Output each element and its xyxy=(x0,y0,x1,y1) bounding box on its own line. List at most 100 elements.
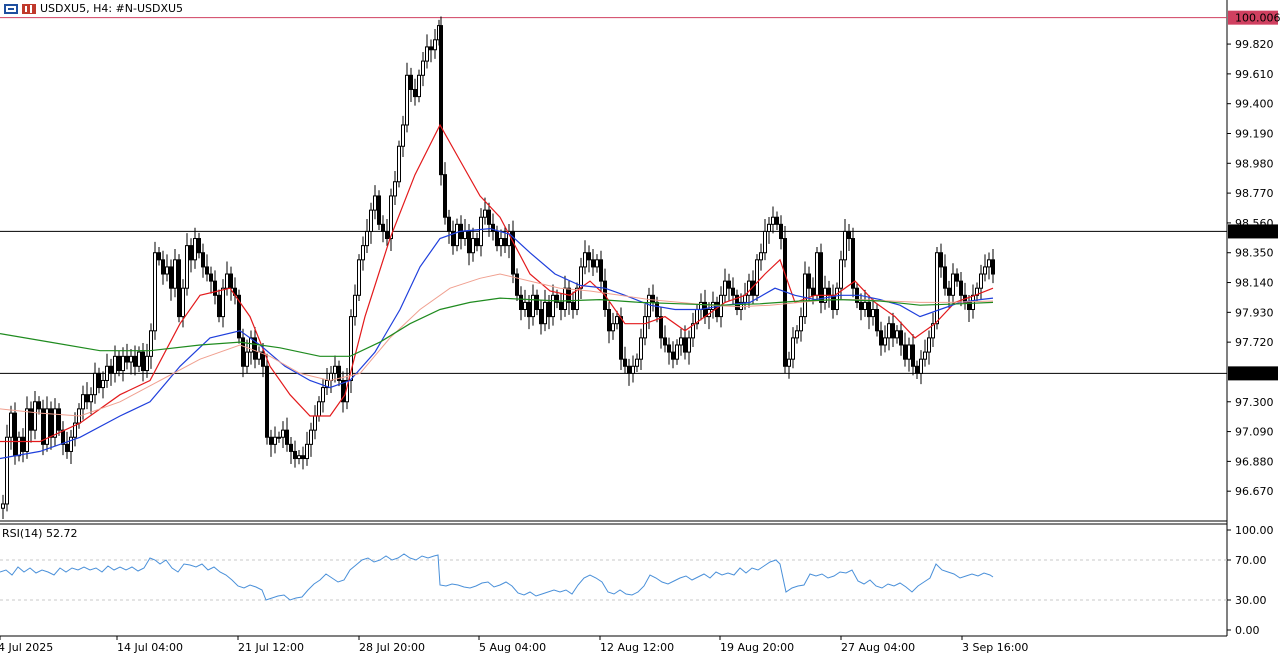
candle-body xyxy=(527,301,531,318)
candle-body xyxy=(425,46,429,62)
price-tick-label: 98.770 xyxy=(1235,187,1274,200)
candle-body xyxy=(927,337,931,353)
candle-body xyxy=(583,252,587,268)
price-tick-label: 99.190 xyxy=(1235,127,1274,140)
level-label: 97.500 xyxy=(1235,367,1274,380)
candle-body xyxy=(547,301,551,318)
candle-body xyxy=(385,230,389,240)
candle-body xyxy=(65,443,69,452)
price-tick-label: 97.930 xyxy=(1235,306,1274,319)
candle-body xyxy=(595,259,599,268)
candle-body xyxy=(939,252,943,268)
candle-body xyxy=(791,337,795,360)
candle-body xyxy=(201,252,205,268)
rsi-pane: 100.00 70.00 30.00 0.00 RSI(14) 52.72 xyxy=(0,524,1274,637)
candle-body xyxy=(377,195,381,225)
candle-body xyxy=(173,259,177,289)
candle-body xyxy=(153,252,157,332)
candle-body xyxy=(229,273,233,289)
candle-body xyxy=(979,273,983,289)
candle-body xyxy=(679,337,683,346)
candle-body xyxy=(771,216,775,225)
candle-body xyxy=(711,301,715,311)
candle-body xyxy=(959,280,963,296)
chart-window-icon[interactable] xyxy=(4,3,18,14)
candle-body xyxy=(971,294,975,311)
candle-body xyxy=(643,316,647,339)
rsi-tick-label: 30.00 xyxy=(1235,594,1267,607)
candle-body xyxy=(483,209,487,218)
chart-type-icon[interactable] xyxy=(22,3,36,14)
candle-body xyxy=(313,415,317,431)
chart-header: USDXU5, H4: #N-USDXU5 xyxy=(4,2,183,15)
candle-body xyxy=(5,436,9,505)
price-tick-label: 99.400 xyxy=(1235,98,1274,111)
candle-body xyxy=(803,273,807,318)
candle-body xyxy=(13,412,17,457)
candle-body xyxy=(619,316,623,360)
candle-body xyxy=(475,238,479,247)
candle-body xyxy=(177,259,181,318)
candle-body xyxy=(839,259,843,289)
trading-chart[interactable]: 99.820 99.610 99.400 99.190 98.980 98.770 98.5… xyxy=(0,0,1280,656)
candle-body xyxy=(467,230,471,254)
candle-body xyxy=(687,337,691,353)
candle-body xyxy=(209,273,213,282)
candle-body xyxy=(495,230,499,247)
price-tick-label: 98.980 xyxy=(1235,157,1274,170)
candle-body xyxy=(799,316,803,332)
candle-body xyxy=(137,351,141,367)
rsi-tick-label: 100.00 xyxy=(1235,524,1274,537)
candles xyxy=(1,16,995,520)
candle-body xyxy=(447,216,451,232)
candle-body xyxy=(141,351,145,372)
candle-body xyxy=(599,259,603,282)
candle-body xyxy=(883,337,887,346)
candle-body xyxy=(479,216,483,247)
candle-body xyxy=(33,401,37,431)
candle-body xyxy=(293,450,297,460)
price-tick-label: 98.140 xyxy=(1235,277,1274,290)
candle-body xyxy=(213,280,217,296)
candle-body xyxy=(321,387,325,403)
candle-body xyxy=(381,223,385,232)
candle-body xyxy=(113,355,117,374)
time-tick-label: 27 Aug 04:00 xyxy=(841,641,915,654)
candle-body xyxy=(105,365,109,381)
candle-body xyxy=(987,259,991,268)
candle-body xyxy=(53,408,57,438)
candle-body xyxy=(433,39,437,51)
candle-body xyxy=(635,358,639,367)
candle-body xyxy=(903,344,907,360)
candle-body xyxy=(919,358,923,374)
candle-body xyxy=(747,280,751,296)
candle-body xyxy=(121,355,125,372)
candle-body xyxy=(297,455,301,460)
candle-body xyxy=(615,316,619,325)
candle-body xyxy=(891,323,895,339)
candle-body xyxy=(503,238,507,247)
candle-body xyxy=(9,412,13,438)
candle-body xyxy=(835,287,839,311)
time-tick-label: 19 Aug 20:00 xyxy=(720,641,794,654)
candle-body xyxy=(559,301,563,311)
time-axis: 4 Jul 2025 14 Jul 04:00 21 Jul 12:00 28 Jul… xyxy=(0,636,1028,654)
level-label: 100.006 xyxy=(1235,12,1280,25)
candle-body xyxy=(543,301,547,325)
candle-body xyxy=(955,273,959,282)
candle-body xyxy=(727,280,731,289)
chart-canvas[interactable]: 99.820 99.610 99.400 99.190 98.980 98.770 98.5… xyxy=(0,0,1280,656)
price-tick-label: 97.090 xyxy=(1235,426,1274,439)
candle-body xyxy=(265,365,269,438)
candle-body xyxy=(401,124,405,147)
candle-body xyxy=(915,365,919,374)
candle-body xyxy=(409,74,413,90)
candle-body xyxy=(659,316,663,339)
rsi-tick-label: 70.00 xyxy=(1235,554,1267,567)
candle-body xyxy=(951,273,955,296)
candle-body xyxy=(675,344,679,360)
candle-body xyxy=(369,209,373,232)
time-tick-label: 21 Jul 12:00 xyxy=(238,641,304,654)
candle-body xyxy=(531,294,535,318)
candle-body xyxy=(273,436,277,445)
